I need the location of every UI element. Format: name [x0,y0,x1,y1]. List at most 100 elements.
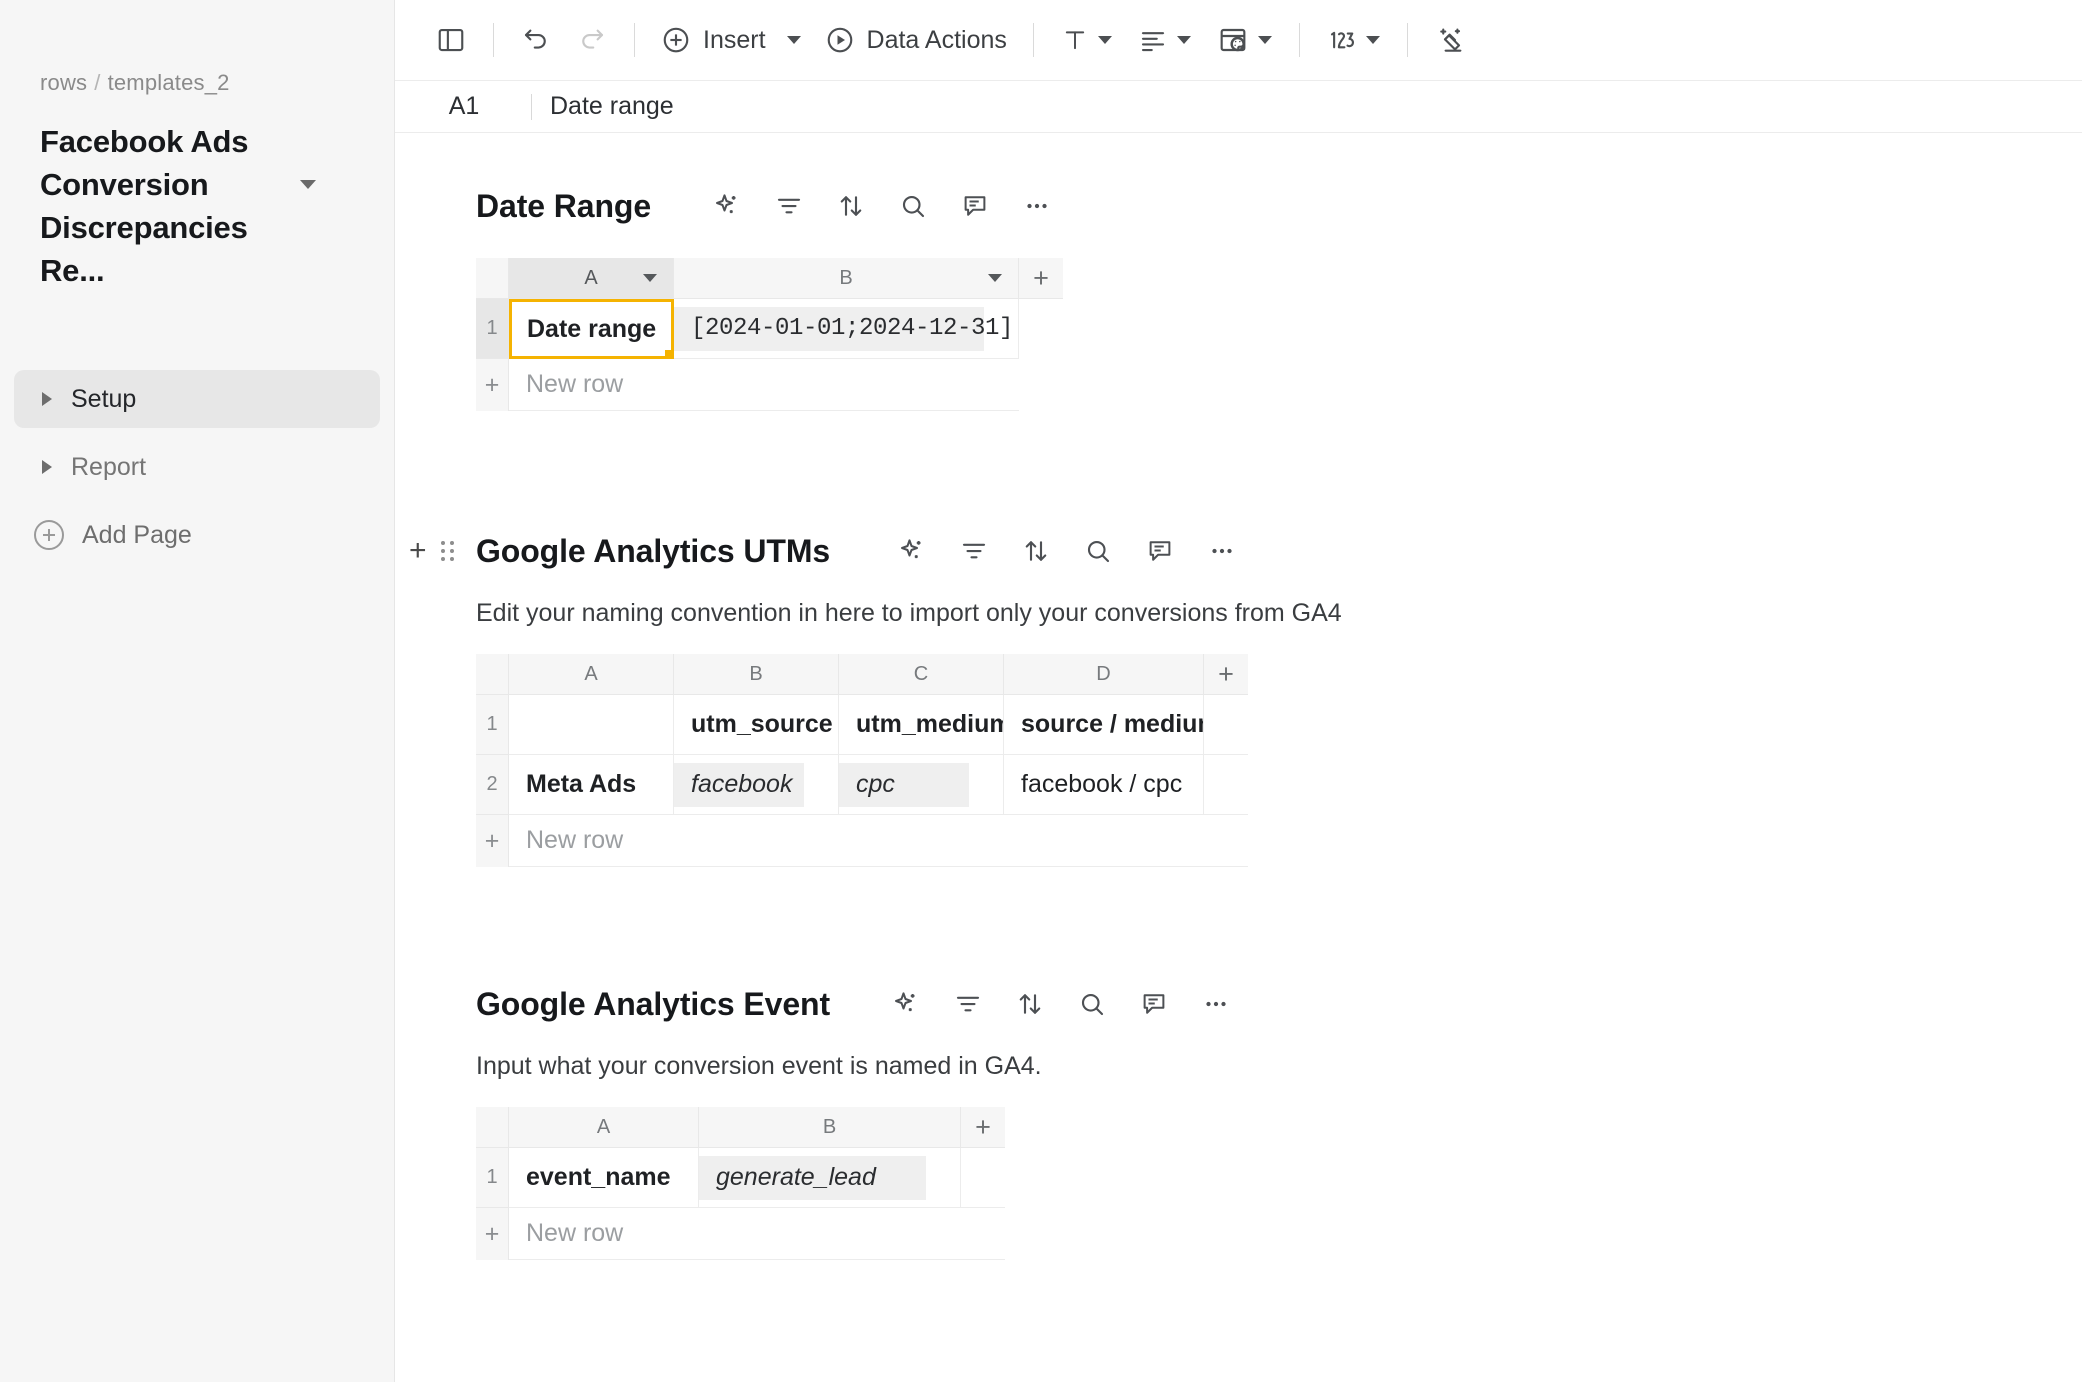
document-title-row: Facebook Ads Conversion Discrepancies Re… [40,120,350,292]
plus-circle-icon [34,520,64,550]
sidebar-item-label: Setup [71,384,137,413]
column-header-row: A B C D + [476,654,2082,695]
column-header-a[interactable]: A [509,1107,699,1148]
text-format-icon [1065,31,1085,50]
plus-circle-icon [663,27,689,53]
drag-handle[interactable] [440,541,454,561]
breadcrumb-folder[interactable]: templates_2 [108,70,230,95]
breadcrumb-workspace[interactable]: rows [40,70,87,95]
sort-icon[interactable] [1010,984,1050,1024]
new-row-button[interactable]: + New row [476,1207,1005,1260]
sidebar-item-setup[interactable]: Setup [14,370,380,428]
align-button[interactable] [1125,14,1204,66]
utm-medium-input[interactable]: cpc [839,762,969,807]
cell-a2[interactable]: Meta Ads [509,755,674,815]
text-format-button[interactable] [1048,14,1125,66]
column-header-b[interactable]: B [674,654,839,695]
redo-button[interactable] [564,14,620,66]
cell-b1[interactable]: utm_source [674,695,839,755]
sheet-ga-event: A B + 1 event_name generate_lead + New r… [395,1107,2082,1260]
block-date-range: Date Range A B + 1 Date range [2024-01-0… [395,180,2082,411]
cell-b1[interactable]: generate_lead [699,1148,961,1208]
cell-a1[interactable] [509,695,674,755]
sheet-ga-utms: A B C D + 1 utm_source utm_medium source… [395,654,2082,867]
column-header-a[interactable]: A [509,258,674,299]
chevron-down-icon[interactable] [988,274,1002,282]
cell-a1[interactable]: Date range [509,299,674,359]
row-number[interactable]: 1 [476,299,509,359]
column-header-d[interactable]: D [1004,654,1204,695]
column-header-row: A B + [476,258,2082,299]
comment-icon[interactable] [1134,984,1174,1024]
table-row: 1 Date range [2024-01-01;2024-12-31] [476,299,2082,359]
add-page-button[interactable]: Add Page [14,506,380,564]
column-header-b[interactable]: B [674,258,1019,299]
block-description: Edit your naming convention in here to i… [476,599,1342,627]
block-actions [707,186,1057,226]
sidebar: rows / templates_2 Facebook Ads Conversion… [0,0,395,1382]
cell-b1[interactable]: [2024-01-01;2024-12-31] [674,299,1019,359]
sidebar-toggle-button[interactable] [423,14,479,66]
clear-formatting-button[interactable] [1422,14,1480,66]
chevron-down-icon [1097,36,1112,44]
cell-reference[interactable]: A1 [415,92,513,121]
add-block-button[interactable]: + [409,536,427,566]
cell-a1[interactable]: event_name [509,1148,699,1208]
sheet-corner [476,1107,509,1148]
sheet-corner [476,258,509,299]
filter-icon[interactable] [954,531,994,571]
cell-d2[interactable]: facebook / cpc [1004,755,1204,815]
chevron-down-icon [1257,36,1272,44]
search-icon[interactable] [893,186,933,226]
more-icon[interactable] [1202,531,1242,571]
breadcrumb-separator: / [94,70,101,95]
sort-icon[interactable] [831,186,871,226]
comment-icon[interactable] [955,186,995,226]
filter-icon[interactable] [769,186,809,226]
block-actions [886,984,1236,1024]
add-column-button[interactable]: + [961,1107,1005,1148]
cell-b2[interactable]: facebook [674,755,839,815]
add-column-button[interactable]: + [1019,258,1063,299]
cell-c2[interactable]: cpc [839,755,1004,815]
chevron-down-icon[interactable] [643,274,657,282]
row-number[interactable]: 1 [476,1148,509,1208]
table-row: 1 event_name generate_lead [476,1148,2082,1208]
cell-style-button[interactable] [1204,14,1285,66]
data-actions-button[interactable]: Data Actions [813,14,1019,66]
event-name-input[interactable]: generate_lead [699,1155,926,1200]
column-header-c[interactable]: C [839,654,1004,695]
chevron-down-icon[interactable] [300,180,316,189]
utm-source-input[interactable]: facebook [674,762,804,807]
date-range-value: [2024-01-01;2024-12-31] [691,315,1014,342]
row-number[interactable]: 2 [476,755,509,815]
undo-button[interactable] [508,14,564,66]
new-row-button[interactable]: + New row [476,358,1019,411]
toolbar-divider [1032,23,1034,57]
fill-handle[interactable] [665,350,671,356]
search-icon[interactable] [1078,531,1118,571]
insert-button[interactable]: Insert [649,14,813,66]
cell-c1[interactable]: utm_medium [839,695,1004,755]
number-format-button[interactable] [1314,14,1393,66]
more-icon[interactable] [1196,984,1236,1024]
cell-d1[interactable]: source / medium [1004,695,1204,755]
filter-icon[interactable] [948,984,988,1024]
more-icon[interactable] [1017,186,1057,226]
row-number[interactable]: 1 [476,695,509,755]
sidebar-item-report[interactable]: Report [14,438,380,496]
date-range-input[interactable]: [2024-01-01;2024-12-31] [674,306,1013,351]
block-description: Input what your conversion event is name… [476,1052,1042,1080]
comment-icon[interactable] [1140,531,1180,571]
search-icon[interactable] [1072,984,1112,1024]
new-row-button[interactable]: + New row [476,814,1248,867]
ai-sparkle-icon[interactable] [707,186,747,226]
add-column-button[interactable]: + [1204,654,1248,695]
column-header-a[interactable]: A [509,654,674,695]
ai-sparkle-icon[interactable] [892,531,932,571]
ai-sparkle-icon[interactable] [886,984,926,1024]
sort-icon[interactable] [1016,531,1056,571]
column-header-b[interactable]: B [699,1107,961,1148]
plus-icon: + [476,814,509,867]
formula-input[interactable]: Date range [550,92,674,121]
